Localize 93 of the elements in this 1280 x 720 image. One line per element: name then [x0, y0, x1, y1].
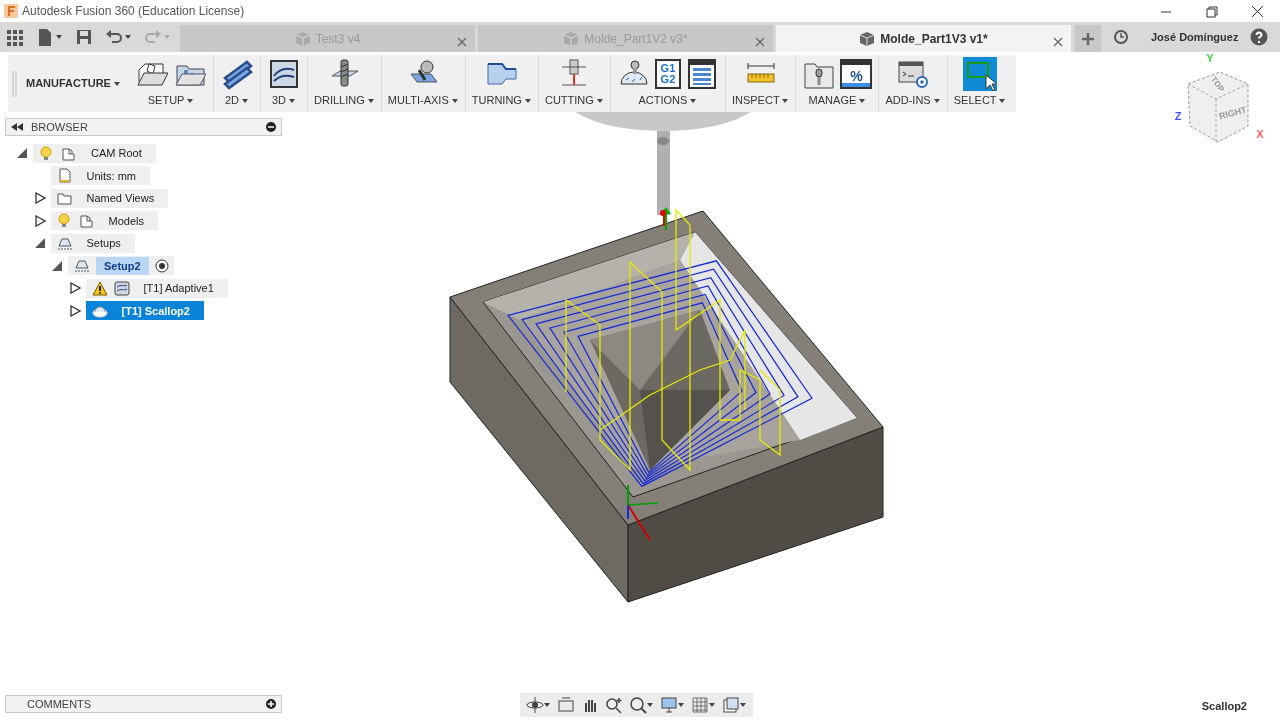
- percent-button[interactable]: %: [840, 59, 873, 89]
- user-name[interactable]: José Domínguez: [1151, 28, 1239, 46]
- caret-icon[interactable]: [740, 702, 747, 708]
- caret-icon[interactable]: [690, 98, 698, 104]
- caret-icon[interactable]: [242, 98, 250, 104]
- clock-icon[interactable]: [1113, 29, 1129, 45]
- tree-item[interactable]: Models: [50, 211, 158, 231]
- dome-icon: [91, 303, 108, 319]
- document-tab[interactable]: Molde_Part1V3 v1*: [776, 25, 1071, 52]
- panel-title: COMMENTS: [27, 696, 92, 712]
- code-button[interactable]: G1 G2: [654, 59, 681, 89]
- folder-icon: [56, 190, 73, 206]
- tree-item[interactable]: [T1] Scallop2: [85, 301, 204, 321]
- orbit-icon[interactable]: [526, 696, 544, 714]
- caret-icon[interactable]: [782, 98, 790, 104]
- status-text: Scallop2: [1201, 699, 1247, 714]
- tree-item[interactable]: Units: mm: [50, 166, 150, 186]
- app-logo-icon: [4, 4, 18, 18]
- tree-item[interactable]: Setup2: [68, 256, 155, 276]
- caret-icon[interactable]: [187, 98, 195, 104]
- caret-icon[interactable]: [525, 98, 532, 104]
- minus-circle-icon[interactable]: [266, 122, 276, 132]
- axis-triad-icon: [627, 484, 659, 541]
- caret-icon[interactable]: [544, 702, 551, 708]
- group-dropdown[interactable]: CUTTING: [545, 93, 604, 107]
- viewports-icon[interactable]: [722, 696, 740, 714]
- collapse-icon[interactable]: [11, 123, 23, 131]
- group-dropdown[interactable]: DRILLING: [314, 93, 375, 107]
- caret-icon[interactable]: [999, 98, 1007, 104]
- group-dropdown[interactable]: SETUP: [147, 93, 195, 107]
- expand-toggle[interactable]: [32, 213, 47, 228]
- file-icon[interactable]: [36, 28, 54, 46]
- caret-icon[interactable]: [933, 98, 941, 104]
- layers-icon[interactable]: [221, 58, 253, 90]
- toolpath-icon: [113, 280, 130, 296]
- caret-icon[interactable]: [451, 98, 459, 104]
- setup-icon: [74, 258, 90, 274]
- tree-item[interactable]: Setups: [50, 233, 135, 253]
- caret-icon[interactable]: [367, 98, 375, 104]
- component-icon: [78, 213, 95, 229]
- expand-toggle[interactable]: [32, 191, 47, 206]
- target-icon[interactable]: [154, 258, 169, 273]
- group-dropdown[interactable]: SELECT: [953, 93, 1007, 107]
- setup-icon: [56, 235, 73, 251]
- zoom-icon[interactable]: [605, 696, 623, 714]
- tree-item[interactable]: [T1] Adaptive1: [85, 278, 228, 298]
- tree-item[interactable]: Named Views: [50, 188, 169, 208]
- group-dropdown[interactable]: MULTI-AXIS: [387, 93, 459, 107]
- grip-icon[interactable]: [12, 68, 18, 99]
- plus-circle-icon[interactable]: [266, 699, 276, 709]
- caret-icon[interactable]: [125, 34, 132, 40]
- expand-toggle[interactable]: [15, 146, 29, 161]
- expand-toggle[interactable]: [67, 303, 82, 318]
- group-dropdown[interactable]: INSPECT: [731, 93, 790, 107]
- axis-label[interactable]: Z: [1174, 110, 1182, 122]
- group-dropdown[interactable]: 3D: [271, 93, 297, 107]
- caret-icon[interactable]: [647, 702, 654, 708]
- expand-toggle[interactable]: [67, 281, 82, 296]
- caret-icon[interactable]: [56, 34, 63, 40]
- window-title: Autodesk Fusion 360 (Education License): [22, 3, 245, 20]
- group-dropdown[interactable]: ACTIONS: [638, 93, 698, 107]
- cube-icon: [563, 30, 580, 47]
- caret-icon[interactable]: [859, 98, 867, 104]
- zoom-window-icon[interactable]: [629, 696, 647, 714]
- workspace-dropdown[interactable]: MANUFACTURE: [18, 75, 129, 92]
- component-icon: [61, 145, 77, 161]
- cube-icon: [294, 30, 311, 47]
- group-dropdown[interactable]: MANAGE: [808, 93, 867, 107]
- sheet-icon[interactable]: [685, 58, 718, 90]
- group-dropdown[interactable]: ADD-INS: [885, 93, 941, 107]
- undo-icon[interactable]: [105, 28, 123, 46]
- tree-item[interactable]: CAM Root: [33, 143, 156, 163]
- panel-title: BROWSER: [31, 119, 88, 135]
- caret-icon[interactable]: [114, 81, 121, 87]
- console-icon[interactable]: [897, 58, 930, 90]
- document-icon: [56, 168, 73, 184]
- tool-tip-marker-icon: [660, 207, 671, 231]
- grid-icon[interactable]: [6, 28, 24, 46]
- help-icon[interactable]: [1250, 28, 1268, 46]
- bulb-icon: [39, 145, 55, 161]
- caret-icon[interactable]: [596, 98, 604, 104]
- caret-icon[interactable]: [678, 702, 685, 708]
- bulb-icon: [56, 213, 73, 229]
- save-icon[interactable]: [75, 28, 93, 46]
- caret-icon[interactable]: [709, 702, 716, 708]
- group-dropdown[interactable]: TURNING: [471, 93, 532, 107]
- display-icon[interactable]: [660, 696, 678, 714]
- caret-icon[interactable]: [289, 98, 297, 104]
- group-dropdown[interactable]: 2D: [224, 93, 250, 107]
- plus-icon[interactable]: [1081, 31, 1095, 46]
- select-button[interactable]: [963, 57, 998, 91]
- cube-icon: [859, 30, 876, 47]
- surface-icon[interactable]: [268, 58, 300, 90]
